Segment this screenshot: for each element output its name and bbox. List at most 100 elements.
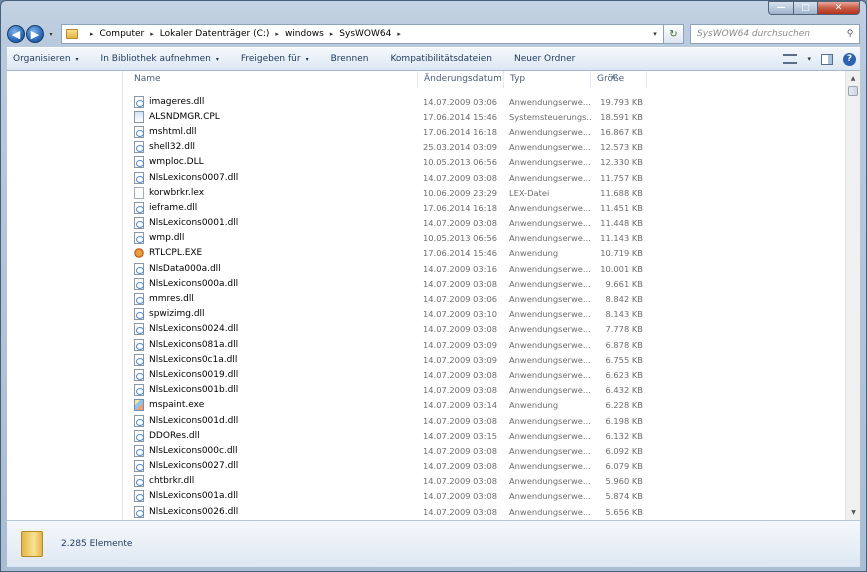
table-row[interactable]: NlsLexicons0024.dll 14.07.2009 03:08 Anwen…	[128, 322, 647, 337]
table-row[interactable]: NlsLexicons001a.dll 14.07.2009 03:08 Anwen…	[128, 489, 647, 504]
table-row[interactable]: ALSNDMGR.CPL 17.06.2014 15:46 Systemsteuer…	[128, 109, 647, 124]
file-name-cell[interactable]: spwizimg.dll	[128, 308, 418, 321]
file-name-cell[interactable]: NlsLexicons0027.dll	[128, 460, 418, 473]
search-icon[interactable]: ⚲	[841, 29, 859, 39]
file-date: 14.07.2009 03:06	[423, 96, 498, 107]
file-name-cell[interactable]: shell32.dll	[128, 141, 418, 154]
file-name-cell[interactable]: NlsLexicons0024.dll	[128, 323, 418, 336]
table-row[interactable]: DDORes.dll 14.07.2009 03:15 Anwendungserwe…	[128, 428, 647, 443]
file-name: chtbrkr.dll	[149, 476, 195, 487]
share-with-button[interactable]: Freigeben für ▾	[241, 54, 309, 64]
file-name-cell[interactable]: NlsLexicons001a.dll	[128, 490, 418, 503]
table-row[interactable]: RTLCPL.EXE 17.06.2014 15:46 Anwendung 10.71…	[128, 246, 647, 261]
file-type: Anwendung	[509, 248, 559, 259]
table-row[interactable]: NlsLexicons000a.dll 14.07.2009 03:08 Anwen…	[128, 276, 647, 291]
file-name-cell[interactable]: NlsLexicons000c.dll	[128, 444, 418, 457]
help-icon[interactable]: ?	[843, 52, 856, 66]
back-button[interactable]: ◀	[7, 25, 25, 43]
file-name-cell[interactable]: NlsLexicons081a.dll	[128, 338, 418, 351]
file-name-cell[interactable]: ALSNDMGR.CPL	[128, 110, 418, 123]
file-name-cell[interactable]: NlsLexicons000a.dll	[128, 277, 418, 290]
table-row[interactable]: ieframe.dll 17.06.2014 16:18 Anwendungserw…	[128, 200, 647, 215]
file-name-cell[interactable]: NlsLexicons0026.dll	[128, 505, 418, 518]
table-row[interactable]: spwizimg.dll 14.07.2009 03:10 Anwendungser…	[128, 307, 647, 322]
column-header-size[interactable]: Größe ▲	[591, 71, 647, 88]
burn-button[interactable]: Brennen	[331, 54, 369, 64]
file-name-cell[interactable]: NlsLexicons001b.dll	[128, 384, 418, 397]
compatibility-files-button[interactable]: Kompatibilitätsdateien	[390, 54, 492, 64]
maximize-button[interactable]: □	[794, 1, 818, 15]
breadcrumb-syswow64[interactable]: SysWOW64 ▸	[339, 29, 407, 39]
file-name-cell[interactable]: mmres.dll	[128, 293, 418, 306]
file-name-cell[interactable]: NlsLexicons0019.dll	[128, 368, 418, 381]
file-name-cell[interactable]: NlsLexicons0c1a.dll	[128, 353, 418, 366]
table-row[interactable]: mmres.dll 14.07.2009 03:06 Anwendungserwe.…	[128, 291, 647, 306]
table-row[interactable]: NlsLexicons0026.dll 14.07.2009 03:08 Anwen…	[128, 504, 647, 519]
table-row[interactable]: wmploc.DLL 10.05.2013 06:56 Anwendungserwe…	[128, 155, 647, 170]
history-dropdown-icon[interactable]: ▾	[45, 27, 57, 41]
file-name-cell[interactable]: wmploc.DLL	[128, 156, 418, 169]
table-row[interactable]: imageres.dll 14.07.2009 03:06 Anwendungser…	[128, 94, 647, 109]
table-row[interactable]: NlsLexicons0027.dll 14.07.2009 03:08 Anwen…	[128, 459, 647, 474]
file-name-cell[interactable]: wmp.dll	[128, 232, 418, 245]
file-name-cell[interactable]: chtbrkr.dll	[128, 475, 418, 488]
scroll-thumb[interactable]	[848, 86, 858, 96]
table-row[interactable]: NlsLexicons0001.dll 14.07.2009 03:08 Anwen…	[128, 216, 647, 231]
view-options-icon[interactable]	[783, 54, 798, 64]
dll-file-icon	[134, 338, 144, 351]
address-dropdown-icon[interactable]: ▾	[647, 30, 663, 38]
file-name-cell[interactable]: NlsData000a.dll	[128, 262, 418, 275]
table-row[interactable]: NlsLexicons081a.dll 14.07.2009 03:09 Anwen…	[128, 337, 647, 352]
table-row[interactable]: mspaint.exe 14.07.2009 03:14 Anwendung 6.22…	[128, 398, 647, 413]
file-name: wmploc.DLL	[149, 157, 204, 168]
breadcrumb-computer[interactable]: Computer ▸	[100, 29, 160, 39]
table-row[interactable]: NlsLexicons0007.dll 14.07.2009 03:08 Anwen…	[128, 170, 647, 185]
view-dropdown-icon[interactable]: ▾	[807, 55, 811, 63]
file-size: 6.132 KB	[605, 430, 643, 441]
file-name-cell[interactable]: korwbrkr.lex	[128, 186, 418, 199]
organize-button[interactable]: Organisieren ▾	[13, 54, 79, 64]
navigation-pane[interactable]	[7, 71, 123, 520]
breadcrumb-drive-c[interactable]: Lokaler Datenträger (C:) ▸	[160, 29, 285, 39]
breadcrumb-windows[interactable]: windows ▸	[285, 29, 339, 39]
table-row[interactable]: shell32.dll 25.03.2014 03:09 Anwendungserw…	[128, 140, 647, 155]
file-name-cell[interactable]: NlsLexicons0007.dll	[128, 171, 418, 184]
file-name-cell[interactable]: ieframe.dll	[128, 201, 418, 214]
file-name-cell[interactable]: mshtml.dll	[128, 125, 418, 138]
file-name-cell[interactable]: DDORes.dll	[128, 429, 418, 442]
file-name-cell[interactable]: RTLCPL.EXE	[128, 247, 418, 260]
table-row[interactable]: NlsLexicons001b.dll 14.07.2009 03:08 Anwen…	[128, 383, 647, 398]
refresh-button[interactable]: ↻	[664, 24, 684, 44]
scroll-up-icon[interactable]: ▲	[846, 71, 860, 86]
table-row[interactable]: NlsLexicons0019.dll 14.07.2009 03:08 Anwen…	[128, 367, 647, 382]
chevron-down-icon: ▾	[215, 55, 219, 63]
address-bar[interactable]: ▸ Computer ▸ Lokaler Datenträger (C:) ▸ wi…	[61, 24, 664, 44]
breadcrumb-sep-0[interactable]: ▸	[84, 30, 100, 38]
column-header-name[interactable]: Name	[128, 71, 418, 88]
column-header-date[interactable]: Änderungsdatum	[418, 71, 504, 88]
file-name-cell[interactable]: NlsLexicons001d.dll	[128, 414, 418, 427]
file-name-cell[interactable]: imageres.dll	[128, 95, 418, 108]
minimize-button[interactable]: —	[768, 1, 794, 15]
search-input[interactable]: SysWOW64 durchsuchen ⚲	[690, 24, 860, 44]
dll-file-icon	[134, 429, 144, 442]
close-button[interactable]: ✕	[818, 1, 860, 15]
vertical-scrollbar[interactable]: ▲ ▼	[845, 71, 860, 520]
table-row[interactable]: chtbrkr.dll 14.07.2009 03:08 Anwendungserw…	[128, 474, 647, 489]
table-row[interactable]: NlsLexicons0c1a.dll 14.07.2009 03:09 Anwen…	[128, 352, 647, 367]
file-name-cell[interactable]: mspaint.exe	[128, 399, 418, 412]
preview-pane-icon[interactable]	[821, 53, 833, 65]
table-row[interactable]: NlsData000a.dll 14.07.2009 03:16 Anwendung…	[128, 261, 647, 276]
table-row[interactable]: NlsLexicons000c.dll 14.07.2009 03:08 Anwen…	[128, 443, 647, 458]
table-row[interactable]: korwbrkr.lex 10.06.2009 23:29 LEX-Datei 11.…	[128, 185, 647, 200]
table-row[interactable]: wmp.dll 10.05.2013 06:56 Anwendungserwe...…	[128, 231, 647, 246]
scroll-down-icon[interactable]: ▼	[846, 505, 860, 520]
file-name-cell[interactable]: NlsLexicons0001.dll	[128, 217, 418, 230]
add-to-library-button[interactable]: In Bibliothek aufnehmen ▾	[101, 54, 219, 64]
column-header-type[interactable]: Typ	[504, 71, 591, 88]
forward-button[interactable]: ▶	[26, 25, 44, 43]
new-folder-button[interactable]: Neuer Ordner	[514, 54, 575, 64]
file-size: 10.001 KB	[600, 263, 643, 274]
table-row[interactable]: NlsLexicons001d.dll 14.07.2009 03:08 Anwen…	[128, 413, 647, 428]
table-row[interactable]: mshtml.dll 17.06.2014 16:18 Anwendungserwe…	[128, 124, 647, 139]
